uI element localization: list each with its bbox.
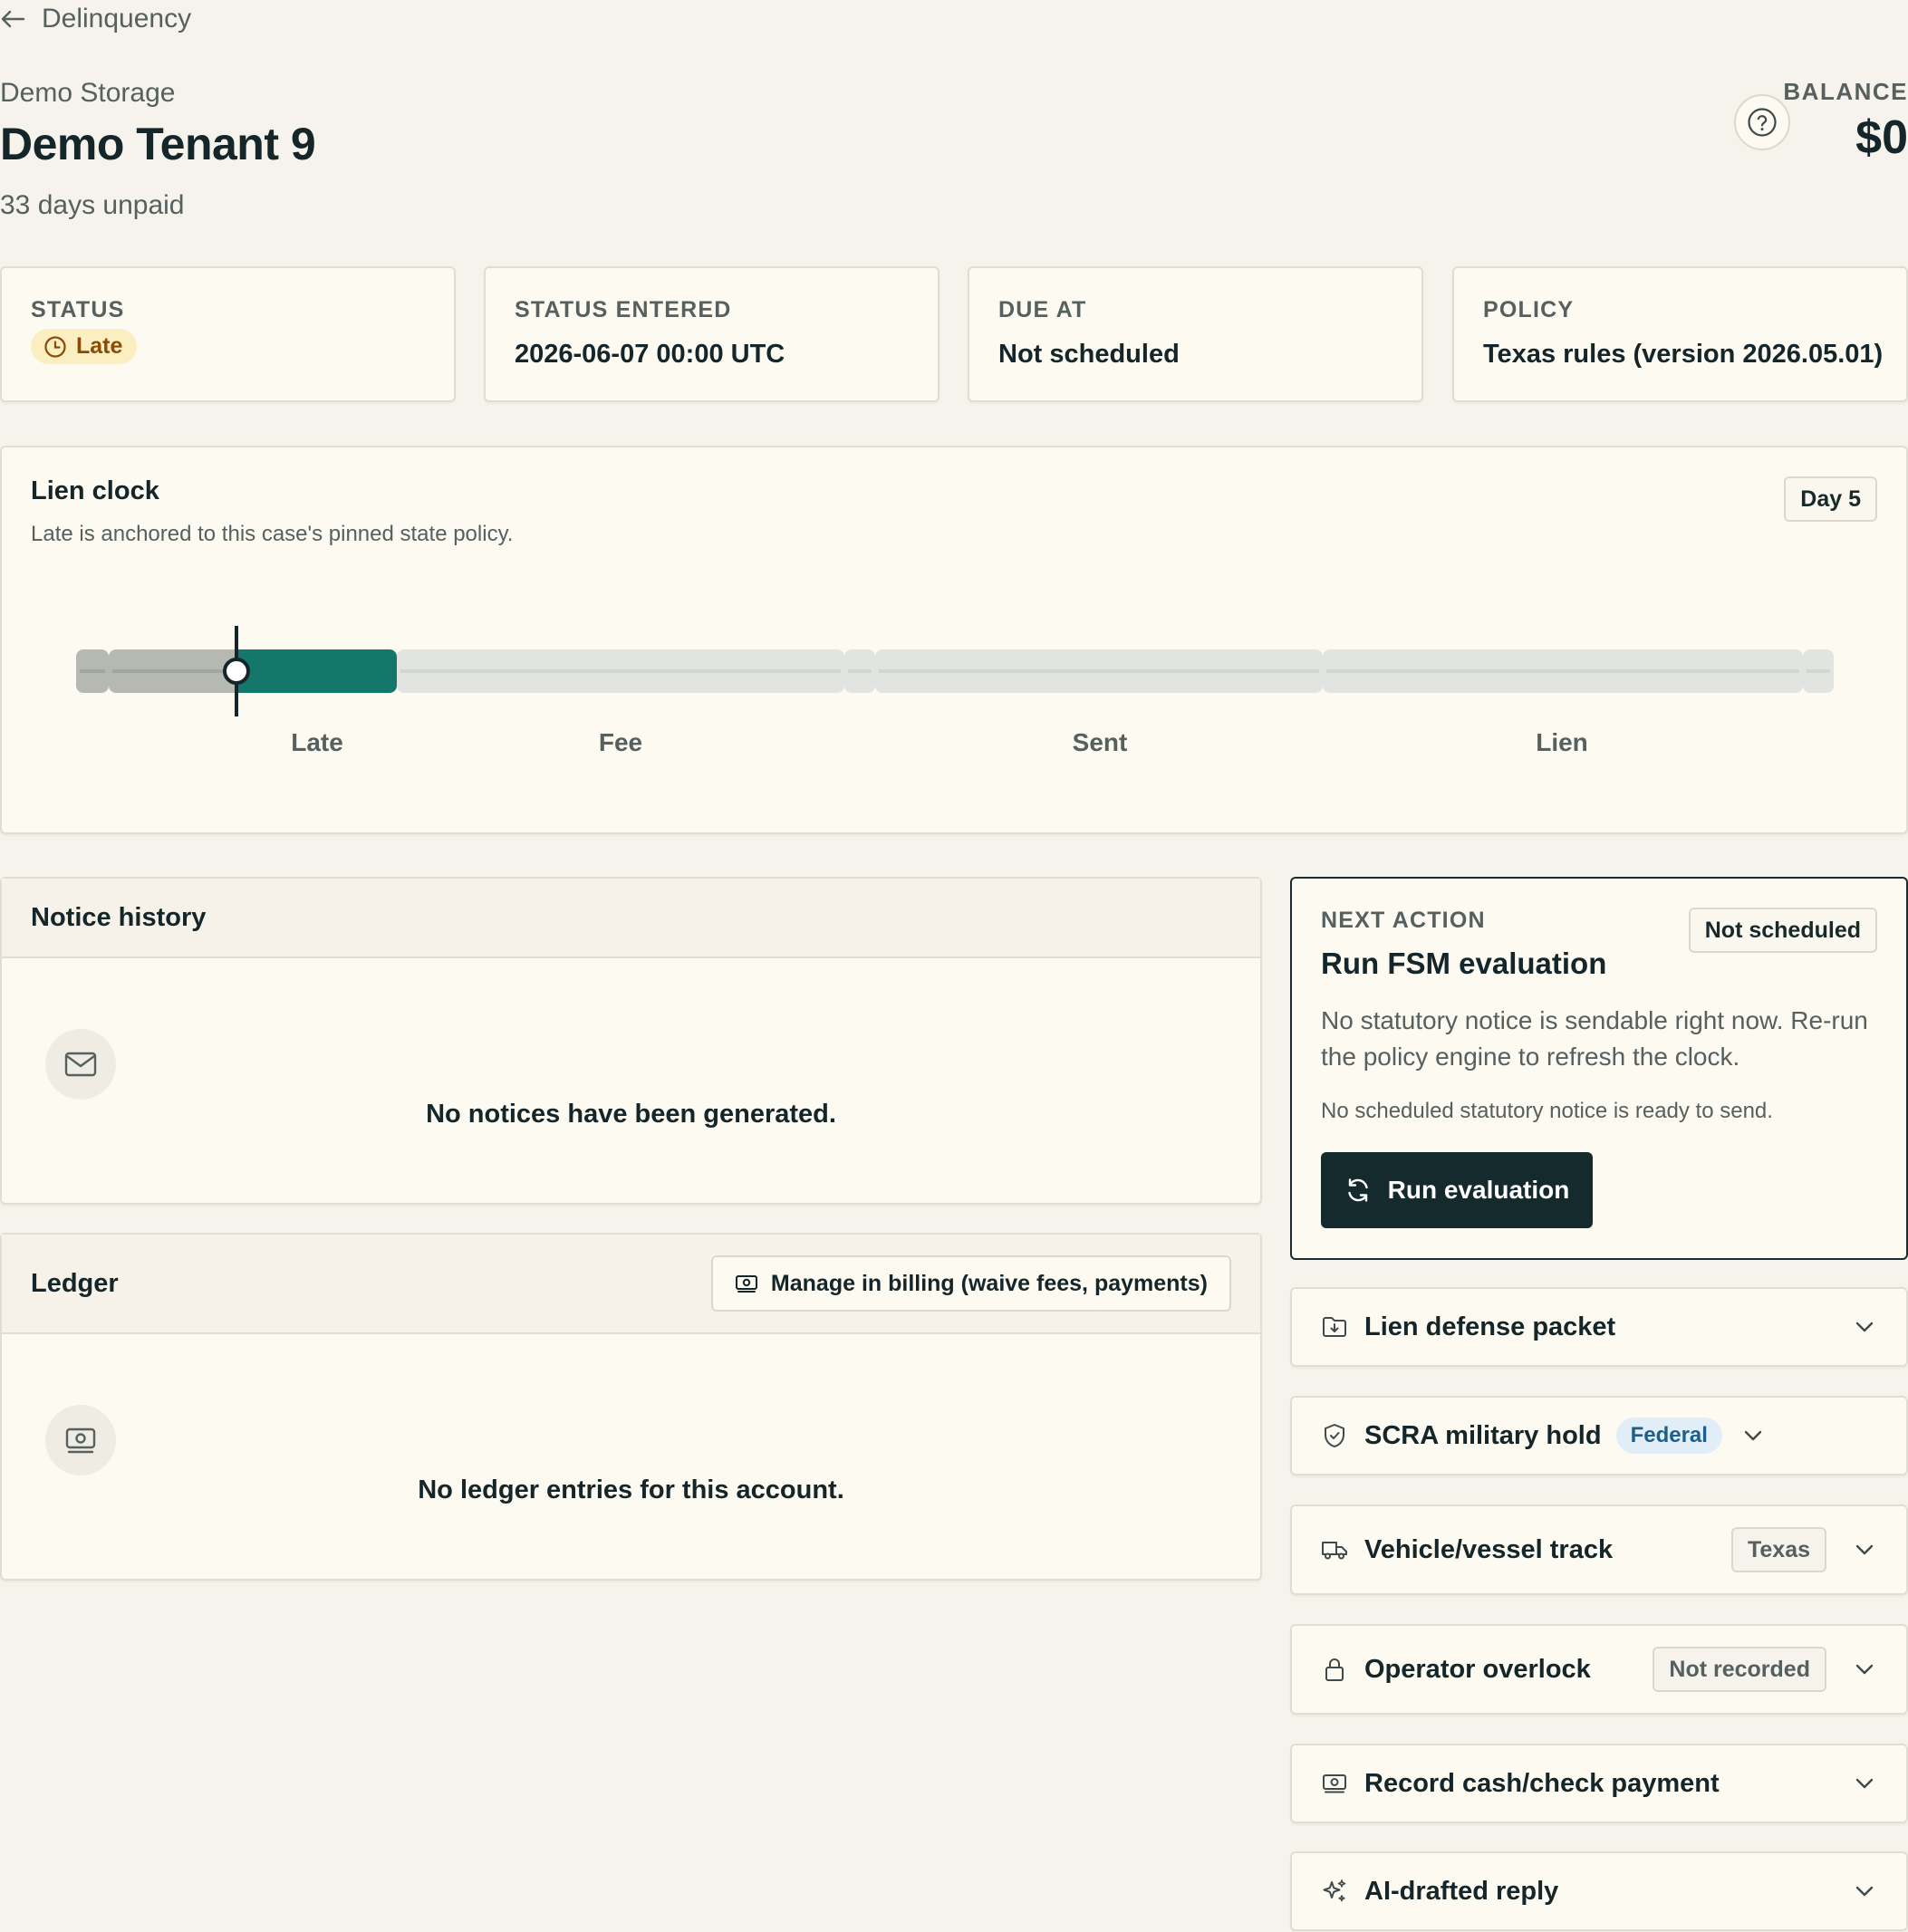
facility-name: Demo Storage <box>0 78 176 108</box>
state-badge: Texas <box>1730 1527 1826 1572</box>
ledger-title: Ledger <box>31 1268 119 1298</box>
accordion-label: Operator overlock <box>1364 1654 1591 1684</box>
accordion-label: SCRA military hold <box>1364 1420 1602 1450</box>
ledger-header: Ledger Manage in billing (waive fees, pa… <box>2 1235 1260 1334</box>
due-at-label: DUE AT <box>998 297 1087 322</box>
track-segment-current <box>237 649 397 693</box>
help-icon <box>1747 107 1778 138</box>
track-segment-lien <box>1323 649 1803 693</box>
accordion-vehicle-vessel-track[interactable]: Vehicle/vessel track Texas <box>1290 1504 1908 1595</box>
accordion-ai-drafted-reply[interactable]: AI-drafted reply <box>1290 1851 1908 1931</box>
clock-icon <box>43 335 67 359</box>
arrow-left-icon <box>0 9 25 29</box>
chevron-down-icon <box>1852 1879 1877 1904</box>
track-segment-gap <box>844 649 875 693</box>
chevron-down-icon <box>1852 1657 1877 1682</box>
federal-badge: Federal <box>1615 1418 1722 1454</box>
track-segment-sent <box>875 649 1323 693</box>
lien-clock-subtitle: Late is anchored to this case's pinned s… <box>31 522 514 546</box>
stage-label-lien: Lien <box>1536 728 1588 756</box>
cash-icon <box>45 1405 116 1475</box>
next-action-note: No scheduled statutory notice is ready t… <box>1321 1099 1773 1123</box>
track-segment-end <box>1803 649 1834 693</box>
run-evaluation-label: Run evaluation <box>1387 1176 1570 1204</box>
lien-clock-title: Lien clock <box>31 476 159 505</box>
chevron-down-icon <box>1852 1314 1877 1340</box>
truck-icon <box>1321 1536 1348 1563</box>
manage-billing-button[interactable]: Manage in billing (waive fees, payments) <box>710 1255 1231 1312</box>
page-title: Demo Tenant 9 <box>0 119 316 169</box>
accordion-label: AI-drafted reply <box>1364 1876 1559 1906</box>
chevron-down-icon <box>1852 1771 1877 1796</box>
lock-icon <box>1321 1656 1348 1683</box>
accordion-operator-overlock[interactable]: Operator overlock Not recorded <box>1290 1624 1908 1715</box>
accordion-scra-military-hold[interactable]: SCRA military hold Federal <box>1290 1396 1908 1475</box>
balance-label: BALANCE <box>1783 78 1908 105</box>
policy-value: Texas rules (version 2026.05.01) <box>1483 340 1884 369</box>
days-unpaid: 33 days unpaid <box>0 190 185 220</box>
shield-check-icon <box>1321 1422 1348 1449</box>
lien-clock-card: Lien clock Late is anchored to this case… <box>0 446 1908 834</box>
status-badge: Late <box>31 329 138 364</box>
track-segment-elapsed <box>76 649 109 693</box>
balance-value: $0 <box>1855 111 1908 164</box>
manage-billing-label: Manage in billing (waive fees, payments) <box>770 1270 1208 1296</box>
notice-history-title: Notice history <box>31 902 207 932</box>
help-button[interactable] <box>1734 94 1790 150</box>
run-evaluation-button[interactable]: Run evaluation <box>1321 1152 1593 1228</box>
stage-label-sent: Sent <box>1072 728 1128 756</box>
status-entered-label: STATUS ENTERED <box>515 297 732 322</box>
accordion-label: Lien defense packet <box>1364 1312 1616 1341</box>
folder-download-icon <box>1321 1313 1348 1341</box>
next-action-description: No statutory notice is sendable right no… <box>1321 1006 1868 1071</box>
mail-icon <box>45 1029 116 1100</box>
chevron-down-icon <box>1740 1423 1766 1448</box>
overlock-status-badge: Not recorded <box>1653 1647 1826 1692</box>
chevron-down-icon <box>1852 1537 1877 1562</box>
accordion-record-cash-check-payment[interactable]: Record cash/check payment <box>1290 1744 1908 1823</box>
accordion-label: Record cash/check payment <box>1364 1768 1720 1798</box>
ledger-empty: No ledger entries for this account. <box>418 1475 844 1504</box>
notice-history-empty: No notices have been generated. <box>426 1100 836 1129</box>
due-at-card: DUE AT Not scheduled <box>968 266 1423 402</box>
track-segment-fee <box>397 649 844 693</box>
notice-history-panel: Notice history No notices have been gene… <box>0 877 1262 1205</box>
status-value: Late <box>76 333 123 359</box>
track-segment-elapsed <box>109 649 237 693</box>
status-card: STATUS Late <box>0 266 456 402</box>
status-entered-card: STATUS ENTERED 2026-06-07 00:00 UTC <box>484 266 940 402</box>
back-link[interactable]: Delinquency <box>0 2 191 36</box>
back-link-label: Delinquency <box>42 4 192 34</box>
due-at-value: Not scheduled <box>998 340 1180 369</box>
today-marker-knob <box>223 658 250 685</box>
accordion-lien-defense-packet[interactable]: Lien defense packet <box>1290 1287 1908 1367</box>
status-label: STATUS <box>31 297 125 322</box>
accordion-label: Vehicle/vessel track <box>1364 1534 1614 1564</box>
stage-label-fee: Fee <box>598 728 643 756</box>
status-entered-value: 2026-06-07 00:00 UTC <box>515 340 785 369</box>
policy-label: POLICY <box>1483 297 1575 322</box>
stage-label-late: Late <box>291 728 343 756</box>
sparkles-icon <box>1321 1878 1348 1905</box>
policy-card: POLICY Texas rules (version 2026.05.01) <box>1452 266 1908 402</box>
next-action-card: NEXT ACTION Not scheduled Run FSM evalua… <box>1290 877 1908 1260</box>
cash-icon <box>735 1274 758 1293</box>
day-badge: Day 5 <box>1784 476 1877 522</box>
cash-icon <box>1321 1770 1348 1797</box>
ledger-panel: Ledger Manage in billing (waive fees, pa… <box>0 1233 1262 1581</box>
refresh-icon <box>1344 1177 1372 1204</box>
next-action-badge: Not scheduled <box>1688 908 1877 953</box>
notice-history-header: Notice history <box>2 879 1260 958</box>
